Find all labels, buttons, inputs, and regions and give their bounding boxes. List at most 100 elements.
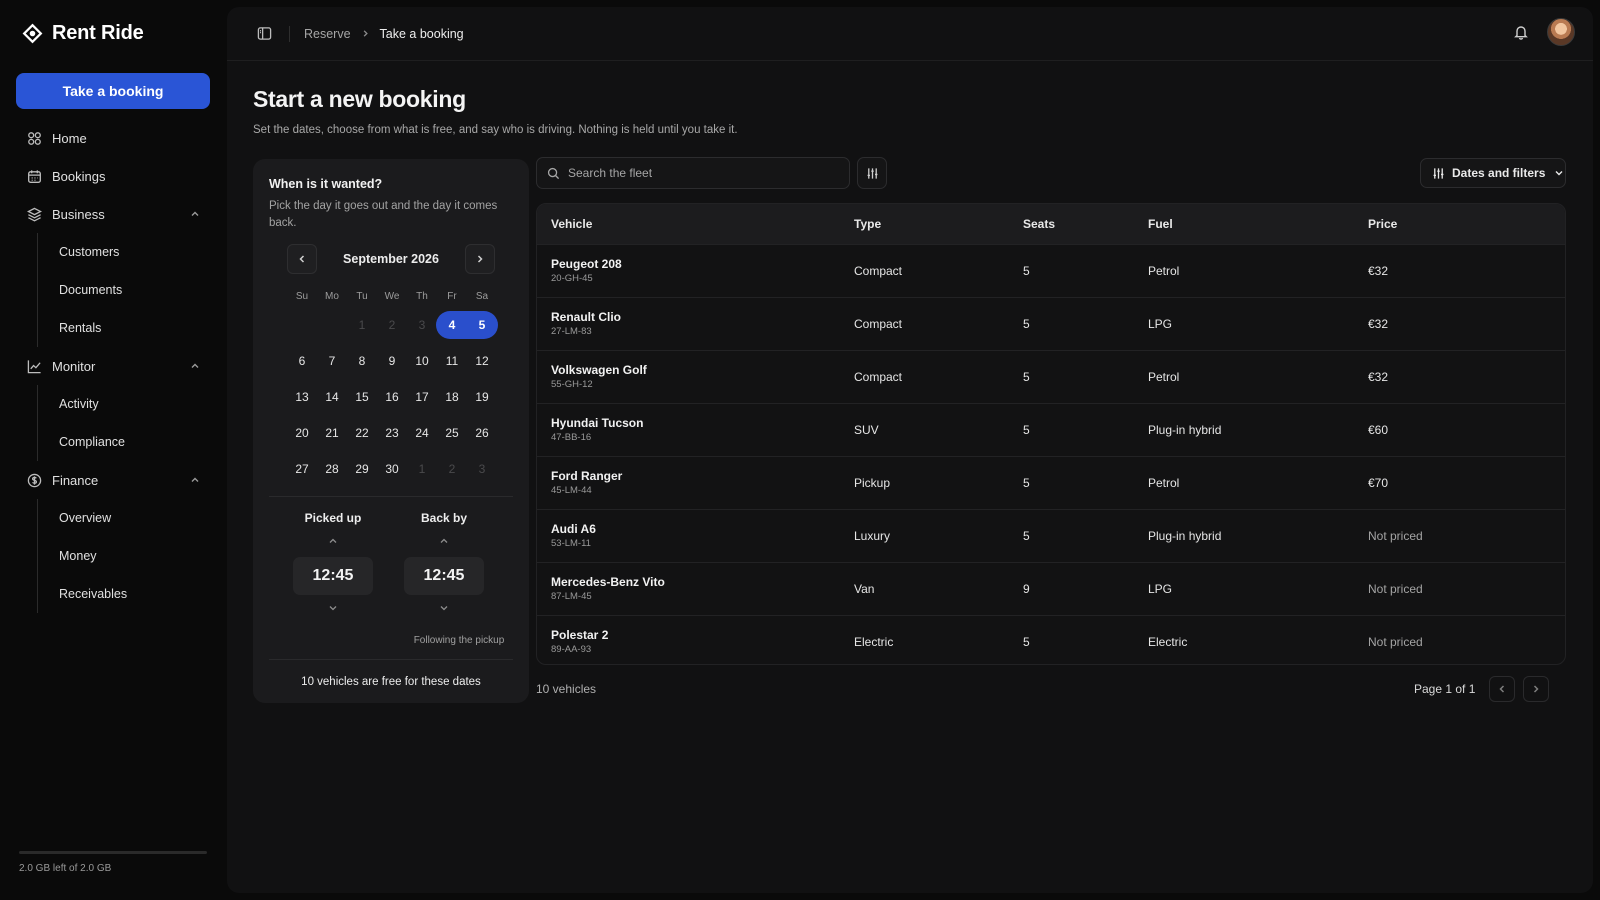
pickup-time-field[interactable]: 12:45 [293,557,373,595]
pickup-label: Picked up [304,511,362,525]
calendar-day[interactable]: 10 [407,347,437,375]
calendar-day[interactable]: 23 [377,419,407,447]
take-a-booking-button[interactable]: Take a booking [16,73,210,109]
calendar-day[interactable]: 14 [317,383,347,411]
calendar-day[interactable]: 13 [287,383,317,411]
column-header-price[interactable]: Price [1354,204,1565,244]
calendar-day[interactable]: 30 [377,455,407,483]
fleet-search[interactable] [536,157,850,189]
vehicle-name: Hyundai Tucson [551,416,644,430]
calendar-week: 13 14 15 16 17 18 19 [287,379,495,415]
calendar-day[interactable]: 3 [467,455,497,483]
table-row[interactable]: Audi A6 53-LM-11 Luxury 5 Plug-in hybrid Not … [537,508,1565,562]
search-input[interactable] [568,166,828,180]
calendar-day[interactable]: 26 [467,419,497,447]
bell-icon[interactable] [1513,24,1529,40]
calendar-day[interactable]: 1 [407,455,437,483]
return-note: Following the pickup [413,635,505,646]
vehicle-plate: 45-LM-44 [551,485,592,496]
sidebar-item-documents[interactable]: Documents [38,271,210,309]
calendar-day[interactable]: 1 [347,311,377,339]
dates-and-filters-dropdown[interactable]: Dates and filters [1420,158,1566,188]
table-row[interactable]: Ford Ranger 45-LM-44 Pickup 5 Petrol €70 [537,455,1565,509]
fleet-table-body: Peugeot 208 20-GH-45 Compact 5 Petrol €32 Rena… [537,243,1565,664]
prev-month-button[interactable] [287,244,317,274]
column-header-type[interactable]: Type [840,204,1009,244]
sidebar-item-activity[interactable]: Activity [38,385,210,423]
sidebar-item-home[interactable]: Home [16,119,210,157]
column-header-fuel[interactable]: Fuel [1134,204,1354,244]
price-cell: Not priced [1354,614,1565,664]
sidebar-toggle-icon[interactable] [257,26,273,42]
calendar-day[interactable]: 28 [317,455,347,483]
sidebar-item-bookings[interactable]: Bookings [16,157,210,195]
chevron-up-icon[interactable] [293,537,373,549]
calendar-day[interactable]: 16 [377,383,407,411]
calendar-day[interactable]: 12 [467,347,497,375]
prev-page-button[interactable] [1489,676,1516,702]
table-row[interactable]: Peugeot 208 20-GH-45 Compact 5 Petrol €32 [537,243,1565,297]
chevron-up-icon[interactable] [190,473,200,488]
chevron-up-icon[interactable] [404,537,484,549]
calendar-day[interactable]: 15 [347,383,377,411]
calendar-day[interactable]: 17 [407,383,437,411]
calendar-day-selected[interactable]: 5 [467,311,497,339]
pagination: Page 1 of 1 [1414,676,1550,702]
type-cell: Van [840,561,1009,615]
seats-cell: 5 [1009,508,1134,562]
sidebar-item-compliance[interactable]: Compliance [38,423,210,461]
sidebar-item-money[interactable]: Money [38,537,210,575]
avatar[interactable] [1547,18,1575,46]
breadcrumb: Reserve Take a booking [304,27,464,41]
type-cell: Luxury [840,508,1009,562]
calendar-day[interactable]: 25 [437,419,467,447]
table-row[interactable]: Hyundai Tucson 47-BB-16 SUV 5 Plug-in hybrid… [537,402,1565,456]
calendar-day[interactable]: 3 [407,311,437,339]
vehicle-cell: Ford Ranger 45-LM-44 [537,455,840,509]
calendar-day[interactable]: 18 [437,383,467,411]
calendar-day[interactable]: 9 [377,347,407,375]
breadcrumb-reserve[interactable]: Reserve [304,27,351,41]
brand[interactable]: Rent Ride [16,0,210,66]
calendar-day[interactable]: 11 [437,347,467,375]
calendar-day[interactable]: 29 [347,455,377,483]
calendar-day[interactable]: 24 [407,419,437,447]
table-row[interactable]: Polestar 2 89-AA-93 Electric 5 Electric Not p… [537,614,1565,664]
calendar-day[interactable]: 27 [287,455,317,483]
sidebar-item-rentals[interactable]: Rentals [38,309,210,347]
table-row[interactable]: Mercedes-Benz Vito 87-LM-45 Van 9 LPG Not pri… [537,561,1565,615]
table-row[interactable]: Volkswagen Golf 55-GH-12 Compact 5 Petrol €32 [537,349,1565,403]
sidebar-item-receivables[interactable]: Receivables [38,575,210,613]
chevron-up-icon[interactable] [190,207,200,222]
vehicle-name: Renault Clio [551,310,622,324]
weekday-label: Tu [356,290,368,302]
calendar-day-selected[interactable]: 4 [437,311,467,339]
column-header-vehicle[interactable]: Vehicle [537,204,840,244]
adjust-filters-button[interactable] [857,157,887,189]
chevron-up-icon[interactable] [190,359,200,374]
calendar-day[interactable]: 22 [347,419,377,447]
type-cell: Compact [840,349,1009,403]
sidebar-item-customers[interactable]: Customers [38,233,210,271]
return-time-field[interactable]: 12:45 [404,557,484,595]
calendar-day[interactable]: 21 [317,419,347,447]
column-header-seats[interactable]: Seats [1009,204,1134,244]
next-page-button[interactable] [1523,676,1550,702]
chevron-down-icon[interactable] [404,604,484,616]
calendar-day[interactable]: 20 [287,419,317,447]
chevron-down-icon[interactable] [293,604,373,616]
calendar-day[interactable]: 19 [467,383,497,411]
calendar-day[interactable]: 8 [347,347,377,375]
sidebar-item-monitor[interactable]: Monitor [16,347,210,385]
calendar-day[interactable]: 2 [377,311,407,339]
table-row[interactable]: Renault Clio 27-LM-83 Compact 5 LPG €32 [537,296,1565,350]
sidebar-item-overview[interactable]: Overview [38,499,210,537]
next-month-button[interactable] [464,244,495,274]
calendar-day[interactable]: 6 [287,347,317,375]
vehicle-name: Mercedes-Benz Vito [551,575,665,589]
weekday-label: Su [295,290,309,302]
sidebar-item-business[interactable]: Business [16,195,210,233]
calendar-day[interactable]: 7 [317,347,347,375]
sidebar-item-finance[interactable]: Finance [16,461,210,499]
calendar-day[interactable]: 2 [437,455,467,483]
